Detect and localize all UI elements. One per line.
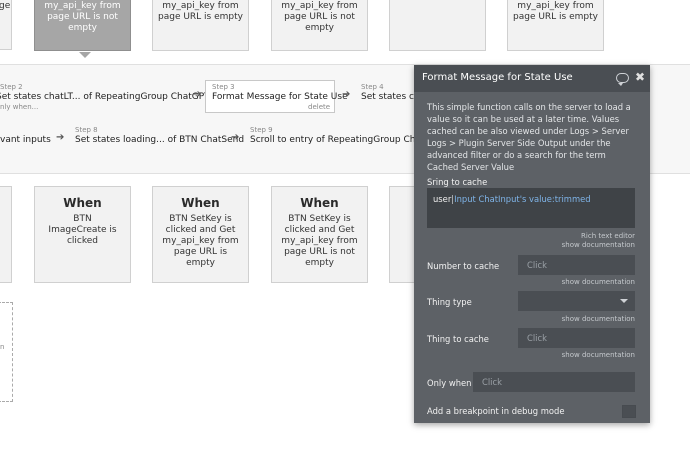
show-documentation-link[interactable]: show documentation <box>562 241 635 249</box>
event-condition: BTN ImageCreate is clicked <box>48 214 117 246</box>
only-when-field[interactable]: Click <box>473 372 635 392</box>
string-to-cache-label: Sring to cache <box>427 177 488 187</box>
step-arrow-icon: ➔ <box>342 89 351 100</box>
event-when-label: When <box>63 196 102 210</box>
number-to-cache-label: Number to cache <box>427 261 500 271</box>
close-icon[interactable]: ✖ <box>635 70 645 84</box>
event-card-text: my_api_key from page URL is not empty <box>44 1 121 33</box>
step-3-name[interactable]: Format Message for State Use <box>212 92 348 102</box>
event-card-text: my_api_key from page URL is empty <box>513 1 598 22</box>
thing-type-dropdown[interactable] <box>518 291 635 311</box>
event-card-text: my_api_key from page URL is empty <box>158 1 243 22</box>
action-description: This simple function calls on the server… <box>427 102 631 172</box>
step-8-name[interactable]: Set states loading... of BTN ChatSend <box>75 135 244 145</box>
event-when-label: When <box>300 196 339 210</box>
property-editor-panel: Format Message for State Use ✖ This simp… <box>414 65 650 423</box>
step-3-number: Step 3 <box>212 83 235 91</box>
thing-to-cache-label: Thing to cache <box>427 334 489 344</box>
number-to-cache-field[interactable]: Click <box>518 255 635 275</box>
event-condition: BTN SetKey is clicked and Get my_api_key… <box>281 214 358 268</box>
step-7-name[interactable]: vant inputs <box>0 135 51 145</box>
only-when-label: Only when <box>427 378 472 388</box>
breakpoint-checkbox[interactable] <box>622 405 636 418</box>
comment-icon[interactable] <box>616 73 629 86</box>
step-arrow-icon: ➔ <box>231 132 240 143</box>
show-documentation-link[interactable]: show documentation <box>562 351 635 359</box>
event-card-partial[interactable] <box>0 186 12 283</box>
string-literal: user <box>433 194 452 204</box>
string-to-cache-editor[interactable]: user|Input ChatInput's value:trimmed <box>427 188 635 228</box>
step-3-delete-link[interactable]: delete <box>308 103 330 111</box>
event-when-label: When <box>181 196 220 210</box>
event-card-text <box>390 0 485 1</box>
event-card[interactable]: my_api_key from page URL is not empty <box>271 0 368 51</box>
dashed-group-text: n <box>0 343 5 351</box>
step-arrow-icon: ➔ <box>56 132 65 143</box>
thing-to-cache-field[interactable]: Click <box>518 328 635 348</box>
event-card-partial[interactable]: ge <box>0 0 12 50</box>
event-card-text: my_api_key from page URL is not empty <box>281 1 358 33</box>
step-2-number: Step 2 <box>0 83 23 91</box>
rich-text-editor-link[interactable]: Rich text editor <box>581 232 635 240</box>
dynamic-expression[interactable]: Input ChatInput's value:trimmed <box>454 194 590 204</box>
step-2-name[interactable]: Set states chatLT... of RepeatingGroup C… <box>0 92 210 102</box>
event-card[interactable]: my_api_key from page URL is empty <box>507 0 604 51</box>
event-card-selected[interactable]: my_api_key from page URL is not empty <box>34 0 131 51</box>
selected-pointer <box>79 52 91 58</box>
chevron-down-icon <box>620 299 628 303</box>
event-card[interactable]: my_api_key from page URL is empty <box>152 0 249 51</box>
show-documentation-link[interactable]: show documentation <box>562 278 635 286</box>
event-card[interactable]: When BTN ImageCreate is clicked <box>34 186 131 283</box>
step-4-number: Step 4 <box>361 83 384 91</box>
thing-type-label: Thing type <box>427 297 472 307</box>
step-8-number: Step 8 <box>75 126 98 134</box>
panel-header: Format Message for State Use ✖ <box>414 65 650 92</box>
event-card[interactable] <box>389 0 486 51</box>
breakpoint-label: Add a breakpoint in debug mode <box>427 406 565 416</box>
show-documentation-link[interactable]: show documentation <box>562 315 635 323</box>
event-card[interactable]: When BTN SetKey is clicked and Get my_ap… <box>152 186 249 283</box>
step-2-condition: nly when... <box>0 103 39 111</box>
event-card[interactable]: When BTN SetKey is clicked and Get my_ap… <box>271 186 368 283</box>
step-9-number: Step 9 <box>250 126 273 134</box>
panel-title: Format Message for State Use <box>422 72 573 83</box>
step-arrow-icon: ➔ <box>193 89 202 100</box>
dashed-group-outline <box>0 302 13 402</box>
event-condition: BTN SetKey is clicked and Get my_api_key… <box>162 214 239 268</box>
event-card-text: ge <box>0 1 11 11</box>
